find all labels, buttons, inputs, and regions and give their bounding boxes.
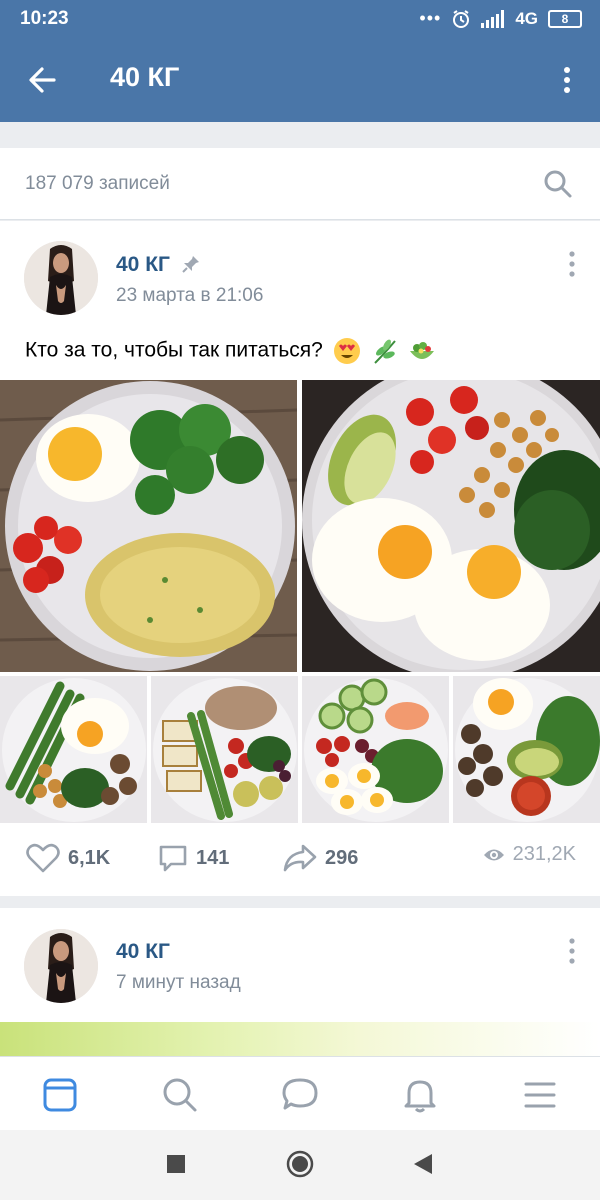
messages-icon[interactable] bbox=[280, 1075, 320, 1115]
search-icon[interactable] bbox=[542, 168, 574, 200]
signal-icon bbox=[481, 9, 505, 28]
views-counter: 231,2K bbox=[483, 843, 576, 866]
recent-apps-icon[interactable] bbox=[166, 1154, 186, 1174]
notifications-icon[interactable] bbox=[400, 1075, 440, 1115]
share-button[interactable]: 296 bbox=[283, 843, 358, 873]
herb-emoji-icon bbox=[373, 339, 396, 364]
comment-button[interactable]: 141 bbox=[158, 843, 229, 873]
views-count: 231,2K bbox=[512, 843, 576, 865]
shares-count: 296 bbox=[325, 846, 359, 869]
share-icon bbox=[283, 844, 317, 872]
pin-icon bbox=[182, 256, 199, 273]
post-author[interactable]: 40 КГ bbox=[116, 940, 170, 964]
post-photo-4[interactable] bbox=[151, 676, 298, 823]
news-icon[interactable] bbox=[40, 1075, 80, 1115]
battery-icon: 8 bbox=[548, 9, 582, 28]
avatar[interactable] bbox=[24, 241, 98, 315]
food-photo-avocado-mushrooms bbox=[453, 676, 600, 823]
post-2-image-preview[interactable] bbox=[0, 1022, 600, 1058]
status-time: 10:23 bbox=[20, 8, 69, 29]
home-icon[interactable] bbox=[286, 1150, 314, 1178]
comment-icon bbox=[159, 845, 187, 872]
food-photo-halloumi bbox=[151, 676, 298, 823]
avatar-image bbox=[24, 929, 98, 1003]
post-photo-5[interactable] bbox=[302, 676, 449, 823]
heart-eyes-emoji-icon bbox=[333, 338, 360, 364]
food-photo-salmon-eggs bbox=[302, 676, 449, 823]
like-button[interactable]: 6,1K bbox=[26, 843, 110, 873]
discover-icon[interactable] bbox=[160, 1075, 200, 1115]
more-vertical-icon[interactable] bbox=[552, 62, 582, 98]
post-author[interactable]: 40 КГ bbox=[116, 253, 170, 277]
avatar-image bbox=[24, 241, 98, 315]
eye-icon bbox=[483, 849, 504, 860]
menu-icon[interactable] bbox=[520, 1075, 560, 1115]
status-icons: ••• 4G 8 bbox=[419, 8, 582, 29]
post-date[interactable]: 23 марта в 21:06 bbox=[116, 285, 263, 307]
system-navigation-bar bbox=[0, 1130, 600, 1200]
post-menu-icon[interactable] bbox=[566, 249, 578, 279]
post-text-content: Кто за то, чтобы так питаться? bbox=[25, 338, 323, 362]
post-photo-2[interactable] bbox=[302, 380, 600, 672]
salad-emoji-icon bbox=[410, 342, 435, 359]
post-text: Кто за то, чтобы так питаться? bbox=[25, 337, 436, 365]
wall-post: 40 КГ 23 марта в 21:06 Кто за то, чтобы … bbox=[0, 221, 600, 896]
comments-count: 141 bbox=[196, 846, 230, 869]
back-icon[interactable] bbox=[412, 1152, 434, 1176]
likes-count: 6,1K bbox=[68, 846, 111, 869]
food-photo-pasta-egg bbox=[0, 380, 297, 672]
post-date[interactable]: 7 минут назад bbox=[116, 972, 241, 994]
food-photo-asparagus bbox=[0, 676, 147, 823]
records-search-bar: 187 079 записей bbox=[0, 148, 600, 220]
post-actions: 6,1K 141 296 231,2K bbox=[0, 835, 600, 885]
wall-post-2: 40 КГ 7 минут назад bbox=[0, 908, 600, 1058]
avatar[interactable] bbox=[24, 929, 98, 1003]
heart-icon bbox=[26, 843, 60, 873]
post-menu-icon[interactable] bbox=[566, 936, 578, 966]
post-photo-1[interactable] bbox=[0, 380, 297, 672]
food-photo-eggs-avocado bbox=[302, 380, 600, 672]
app-header: 10:23 ••• 4G 8 40 КГ bbox=[0, 0, 600, 122]
status-bar: 10:23 ••• 4G 8 bbox=[0, 0, 600, 38]
back-arrow-icon[interactable] bbox=[24, 62, 64, 98]
alarm-icon bbox=[453, 9, 470, 28]
notification-dots-icon: ••• bbox=[419, 8, 442, 28]
post-photo-6[interactable] bbox=[453, 676, 600, 823]
network-type: 4G bbox=[515, 8, 538, 28]
records-count: 187 079 записей bbox=[25, 173, 170, 194]
post-photo-3[interactable] bbox=[0, 676, 147, 823]
bottom-tab-bar bbox=[0, 1056, 600, 1130]
page-title: 40 КГ bbox=[110, 62, 180, 92]
